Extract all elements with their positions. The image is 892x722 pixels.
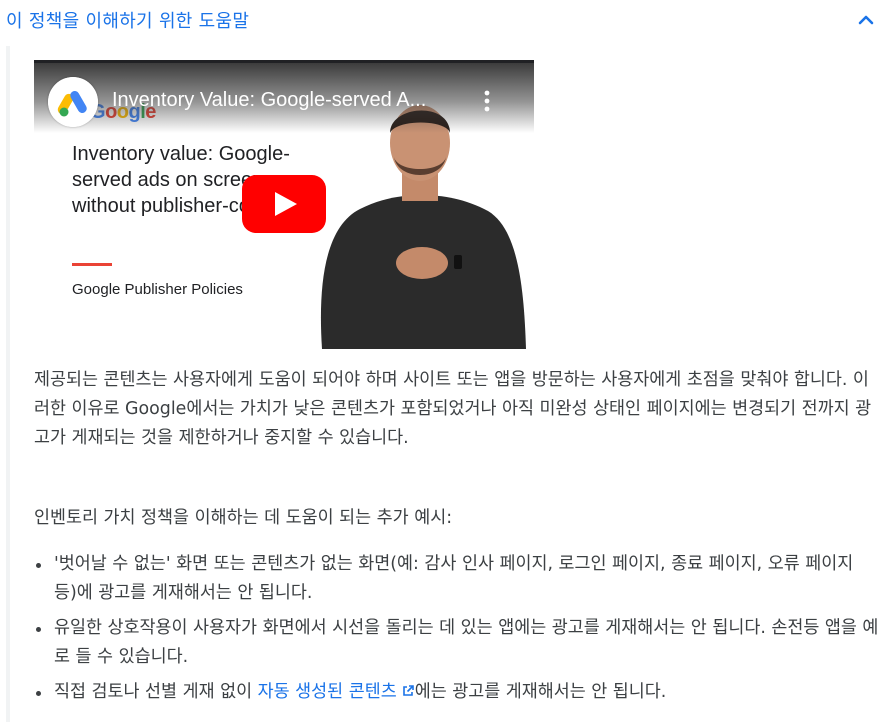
accordion-content: Google Inventory value: Google-served ad… bbox=[6, 46, 890, 722]
kebab-menu-icon[interactable] bbox=[482, 89, 492, 113]
list-item: 직접 검토나 선별 게재 없이 자동 생성된 콘텐츠 에는 광고를 게재해서는 안… bbox=[34, 678, 880, 707]
list-item-text: 유일한 상호작용이 사용자가 화면에서 시선을 돌리는 데 있는 앱에는 광고를… bbox=[54, 618, 879, 667]
list-item-prefix: 직접 검토나 선별 게재 없이 bbox=[54, 682, 258, 702]
link-text[interactable]: 자동 생성된 콘텐츠 bbox=[258, 682, 397, 702]
list-item-suffix: 에는 광고를 게재해서는 안 됩니다. bbox=[414, 682, 667, 702]
section-title[interactable]: 이 정책을 이해하기 위한 도움말 bbox=[6, 7, 249, 33]
bullet-dot bbox=[36, 627, 41, 632]
list-item-text: '벗어날 수 없는' 화면 또는 콘텐츠가 없는 화면(예: 감사 인사 페이지… bbox=[54, 554, 854, 603]
bullet-dot bbox=[36, 691, 41, 696]
examples-list: '벗어날 수 없는' 화면 또는 콘텐츠가 없는 화면(예: 감사 인사 페이지… bbox=[34, 550, 880, 713]
youtube-play-icon[interactable] bbox=[242, 175, 326, 233]
chevron-up-icon[interactable] bbox=[856, 10, 876, 30]
video-title[interactable]: Inventory Value: Google-served A... bbox=[112, 89, 472, 112]
google-ads-logo[interactable] bbox=[48, 77, 98, 127]
external-link-icon[interactable] bbox=[401, 684, 415, 698]
accordion-header[interactable]: 이 정책을 이해하기 위한 도움말 bbox=[0, 0, 892, 40]
examples-intro: 인벤토리 가치 정책을 이해하는 데 도움이 되는 추가 예시: bbox=[34, 508, 453, 528]
intro-paragraph: 제공되는 콘텐츠는 사용자에게 도움이 되어야 하며 사이트 또는 앱을 방문하… bbox=[34, 370, 872, 448]
bullet-dot bbox=[36, 563, 41, 568]
list-item: 유일한 상호작용이 사용자가 화면에서 시선을 돌리는 데 있는 앱에는 광고를… bbox=[34, 614, 880, 672]
list-item: '벗어날 수 없는' 화면 또는 콘텐츠가 없는 화면(예: 감사 인사 페이지… bbox=[34, 550, 880, 608]
slide-footer: Google Publisher Policies bbox=[72, 281, 243, 298]
video-player[interactable]: Google Inventory value: Google-served ad… bbox=[34, 60, 534, 349]
slide-divider bbox=[72, 263, 112, 266]
auto-generated-content-link[interactable]: 자동 생성된 콘텐츠 bbox=[258, 682, 415, 702]
